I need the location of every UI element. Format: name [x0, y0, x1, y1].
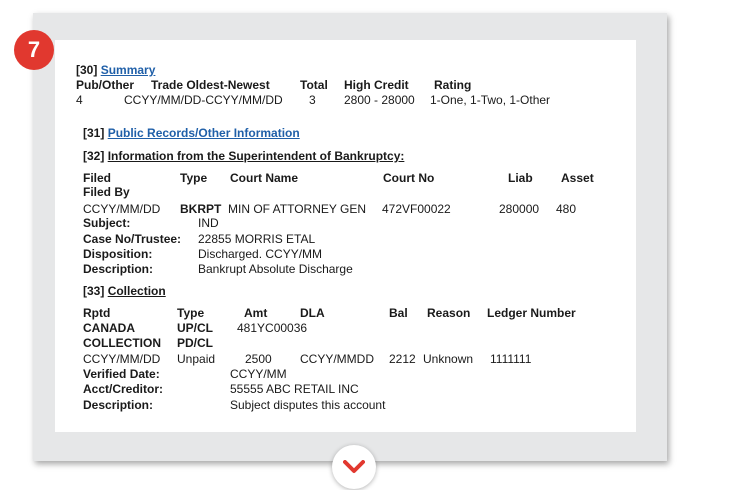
bk-description-value: Bankrupt Absolute Discharge: [198, 262, 353, 276]
step-number-badge: 7: [14, 30, 54, 70]
summary-value-total: 3: [309, 93, 316, 107]
bk-header-filed: Filed: [83, 171, 112, 185]
col-acct-value: 55555 ABC RETAIL INC: [230, 382, 359, 396]
col-header-type: Type: [177, 306, 205, 320]
col-row-bal: 2212: [389, 352, 416, 366]
bk-header-court-name: Court Name: [230, 171, 299, 185]
col-header-dla: DLA: [300, 306, 325, 320]
bk-case-value: 22855 MORRIS ETAL: [198, 232, 316, 246]
bankruptcy-ref: [32]: [83, 149, 105, 163]
col-header-amt: Amt: [244, 306, 268, 320]
col-description-label: Description:: [83, 398, 154, 412]
scroll-down-button[interactable]: [332, 445, 376, 489]
col-row-dla: CCYY/MMDD: [300, 352, 374, 366]
col-header-bal: Bal: [389, 306, 408, 320]
col-row-ledger: 1111111: [490, 352, 532, 366]
bk-disposition-value: Discharged. CCYY/MM: [198, 247, 323, 261]
bk-header-asset: Asset: [561, 171, 594, 185]
summary-header-total: Total: [300, 78, 328, 92]
col-line2-a: CANADA: [83, 321, 135, 335]
bk-disposition-label: Disposition:: [83, 247, 153, 261]
col-row-reason: Unknown: [423, 352, 474, 366]
col-header-rptd: Rptd: [83, 306, 111, 320]
col-row-rptd: CCYY/MM/DD: [83, 352, 161, 366]
bk-header-liab: Liab: [508, 171, 533, 185]
col-acct-label: Acct/Creditor:: [83, 382, 164, 396]
chevron-down-icon: [343, 460, 365, 473]
report-page: [30] Summary Pub/Other Trade Oldest-Newe…: [55, 40, 636, 432]
summary-value-rating: 1-One, 1-Two, 1-Other: [430, 93, 551, 107]
col-row-type: Unpaid: [177, 352, 216, 366]
col-description-value: Subject disputes this account: [230, 398, 386, 412]
summary-heading: [30] Summary: [76, 63, 155, 77]
summary-ref: [30]: [76, 63, 98, 77]
col-row-amt: 2500: [245, 352, 272, 366]
bk-row-court-no: 472VF00022: [382, 202, 451, 216]
summary-link[interactable]: Summary: [101, 63, 156, 77]
bk-description-label: Description:: [83, 262, 154, 276]
summary-value-pub: 4: [76, 93, 83, 107]
col-header-reason: Reason: [427, 306, 471, 320]
bk-subject-label: Subject:: [83, 216, 131, 230]
bk-row-court-name: MIN OF ATTORNEY GEN: [228, 202, 367, 216]
summary-value-high-credit: 2800 - 28000: [344, 93, 415, 107]
public-records-ref: [31]: [83, 126, 105, 140]
bk-subject-value: IND: [198, 216, 219, 230]
summary-header-trade: Trade Oldest-Newest: [151, 78, 270, 92]
bk-case-label: Case No/Trustee:: [83, 232, 182, 246]
collection-ref: [33]: [83, 284, 105, 298]
col-line3-a: COLLECTION: [83, 336, 161, 350]
summary-value-trade: CCYY/MM/DD-CCYY/MM/DD: [124, 93, 283, 107]
summary-header-pub: Pub/Other: [76, 78, 135, 92]
summary-header-high-credit: High Credit: [344, 78, 409, 92]
bk-row-asset: 480: [556, 202, 577, 216]
summary-header-rating: Rating: [434, 78, 472, 92]
col-line2-b: UP/CL: [177, 321, 213, 335]
col-header-ledger: Ledger Number: [487, 306, 576, 320]
bankruptcy-title: Information from the Superintendent of B…: [107, 149, 405, 163]
public-records-link[interactable]: Public Records/Other Information: [108, 126, 300, 140]
public-records-heading: [31] Public Records/Other Information: [83, 126, 300, 140]
bk-header-court-no: Court No: [383, 171, 435, 185]
bk-row-liab: 280000: [499, 202, 540, 216]
collection-heading: [33] Collection: [83, 284, 166, 298]
bk-row-type: BKRPT: [180, 202, 222, 216]
bk-header-type: Type: [180, 171, 208, 185]
bk-filed-by-label: Filed By: [83, 185, 130, 199]
bankruptcy-heading: [32] Information from the Superintendent…: [83, 149, 404, 163]
bk-row-filed: CCYY/MM/DD: [83, 202, 161, 216]
col-line2-c: 481YC00036: [237, 321, 308, 335]
col-verified-value: CCYY/MM: [230, 367, 287, 381]
col-verified-label: Verified Date:: [83, 367, 160, 381]
col-line3-b: PD/CL: [177, 336, 213, 350]
collection-title: Collection: [107, 284, 166, 298]
